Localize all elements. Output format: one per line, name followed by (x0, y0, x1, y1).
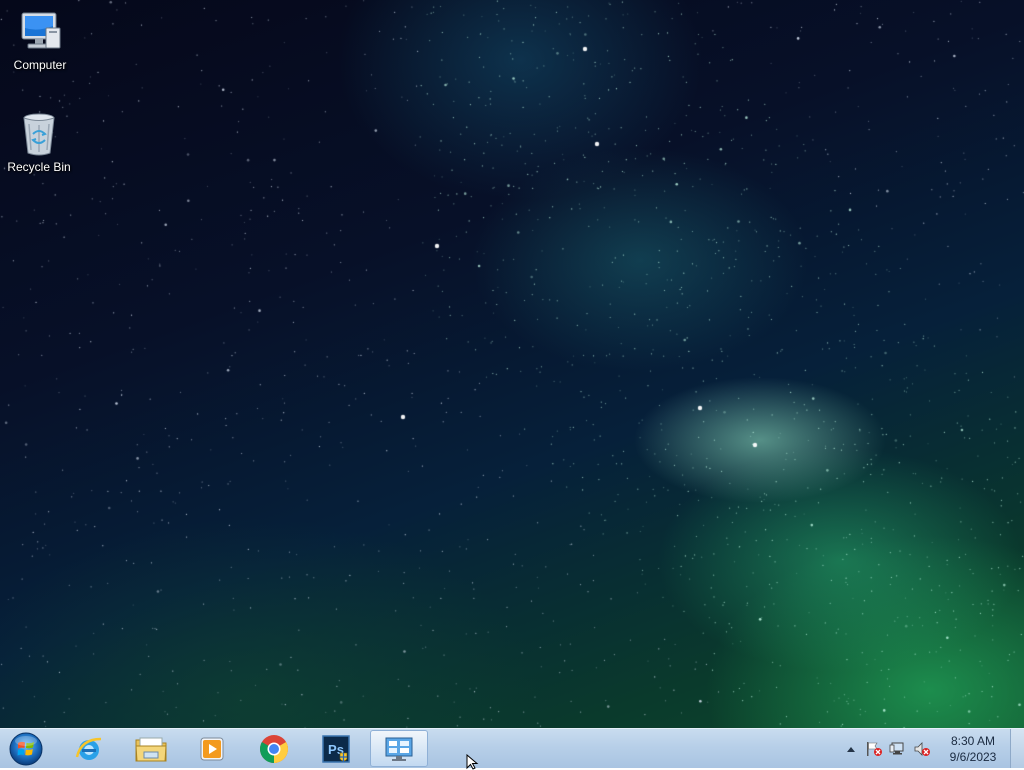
taskbar-internet-explorer[interactable] (60, 730, 118, 767)
desktop-icon-label: Recycle Bin (7, 160, 71, 174)
volume-muted-icon (914, 742, 930, 756)
desktop-icon-label: Computer (13, 58, 67, 72)
taskbar-clock[interactable]: 8:30 AM 9/6/2023 (938, 733, 1008, 765)
folder-icon (135, 737, 167, 761)
taskbar-control-panel[interactable] (370, 730, 428, 767)
show-hidden-icons-arrow-icon (847, 747, 855, 752)
taskbar-file-explorer[interactable] (122, 730, 180, 767)
desktop-icon-computer[interactable]: Computer (2, 8, 78, 72)
start-button[interactable] (6, 730, 46, 768)
chrome-icon (260, 734, 288, 763)
windows-start-orb-icon (9, 732, 43, 766)
taskbar: Ps 8:30 AM 9/6/2023 (0, 728, 1024, 768)
control-panel-icon (385, 737, 413, 761)
clock-date: 9/6/2023 (949, 750, 997, 764)
recycle-bin-icon (15, 110, 63, 158)
wallpaper-stars (0, 0, 1024, 728)
action-center-flag-icon (867, 742, 882, 756)
show-desktop-button[interactable] (1010, 729, 1024, 768)
taskbar-media-player[interactable] (183, 730, 241, 767)
taskbar-photoshop[interactable]: Ps (307, 730, 365, 767)
clock-time: 8:30 AM (950, 734, 996, 748)
internet-explorer-icon (75, 737, 102, 760)
tray-volume[interactable] (913, 741, 931, 757)
show-hidden-icons-button[interactable] (842, 741, 860, 757)
tray-action-center[interactable] (865, 741, 883, 757)
computer-icon (16, 8, 64, 56)
tray-network[interactable] (889, 741, 907, 757)
taskbar-chrome[interactable] (245, 730, 303, 767)
desktop[interactable]: Computer Recycle Bin (0, 0, 1024, 728)
desktop-icon-recycle-bin[interactable]: Recycle Bin (1, 110, 77, 174)
photoshop-icon: Ps (322, 734, 350, 763)
media-player-icon (200, 737, 224, 760)
network-icon (889, 742, 904, 755)
